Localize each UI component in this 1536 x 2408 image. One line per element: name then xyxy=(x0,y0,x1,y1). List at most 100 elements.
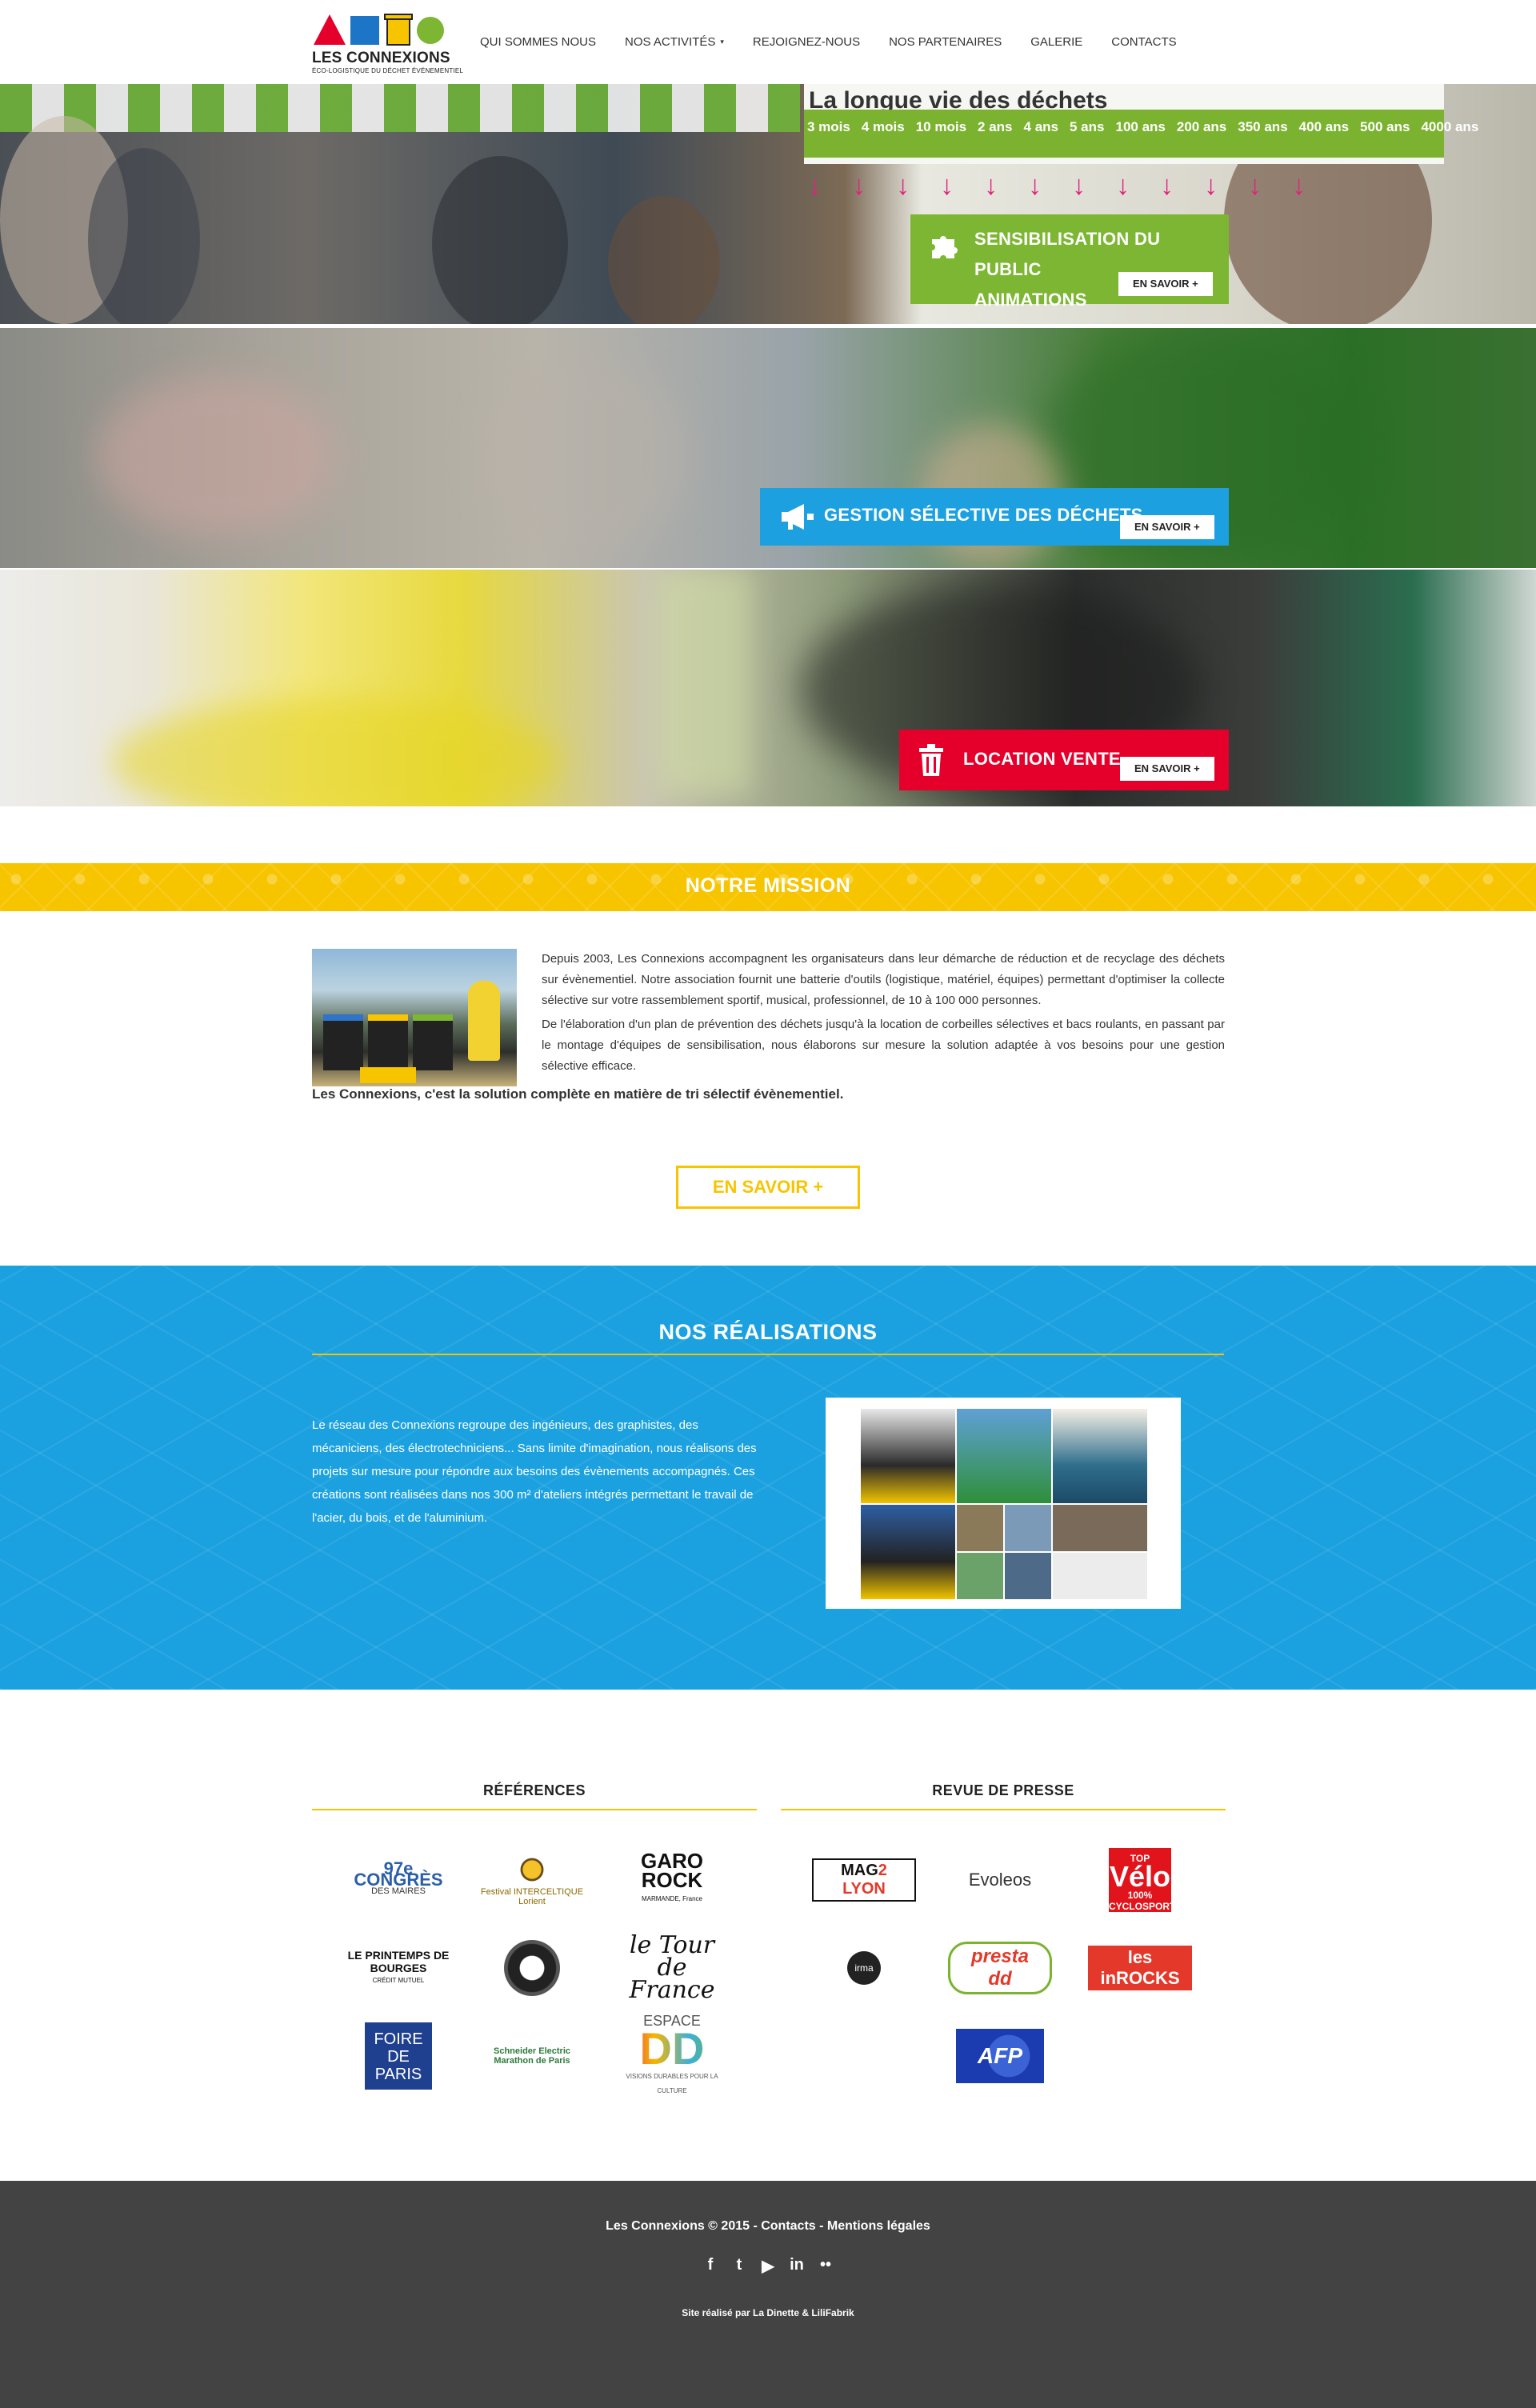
logo-foire-de-paris[interactable]: FOIRE DE PARIS xyxy=(346,2020,450,2092)
logo-inrocks[interactable]: les inROCKS xyxy=(1088,1932,1192,2004)
references-heading: RÉFÉRENCES xyxy=(482,1782,586,1798)
menu-item-qui-sommes-nous[interactable]: QUI SOMMES NOUS xyxy=(480,35,596,49)
sun-icon xyxy=(516,1854,548,1886)
logo-espace-dd[interactable]: ESPACE DD VISIONS DURABLES POUR LA CULTURE xyxy=(620,2014,724,2098)
logo-evoleos-text: Evoleos xyxy=(968,1870,1032,1890)
collage-photo xyxy=(1005,1505,1051,1551)
logo-text-sub: 100% CYCLOSPORTIF xyxy=(1109,1890,1185,1912)
menu-item-nos-activites[interactable]: NOS ACTIVITÉS ▾ xyxy=(625,35,724,49)
timeline-label: 100 ans xyxy=(1115,119,1166,134)
youtube-icon[interactable]: ▶ xyxy=(759,2256,777,2276)
logo-irma-text: irma xyxy=(847,1951,881,1985)
logo-presta-text: presta dd xyxy=(948,1942,1052,1994)
logo-irma[interactable]: irma xyxy=(812,1932,916,2004)
hero-band-sensibilisation: La longue vie des déchets 3 mois 4 mois … xyxy=(0,84,1536,324)
timeline-label: 10 mois xyxy=(915,119,967,134)
mission-text: Depuis 2003, Les Connexions accompagnent… xyxy=(542,949,1225,1080)
menu-item-nos-partenaires[interactable]: NOS PARTENAIRES xyxy=(889,35,1002,49)
logo-presta-dd[interactable]: presta dd xyxy=(948,1932,1052,2004)
round-badge-icon xyxy=(504,1940,560,1996)
en-savoir-plus-button[interactable]: EN SAVOIR + xyxy=(1118,272,1213,296)
arrow-down-icon: ↓ xyxy=(1072,170,1086,201)
logo-afp-text: AFP xyxy=(956,2029,1044,2083)
collage-photo xyxy=(1053,1553,1147,1599)
timeline-label: 3 mois xyxy=(807,119,850,134)
arrow-down-icon: ↓ xyxy=(808,170,822,201)
realisations-collage-image[interactable] xyxy=(826,1398,1181,1609)
logo-text-main: 97e CONGRÈS xyxy=(354,1858,443,1890)
arrow-down-icon: ↓ xyxy=(1248,170,1262,201)
timeline-labels: 3 mois 4 mois 10 mois 2 ans 4 ans 5 ans … xyxy=(807,119,1478,135)
collage-photo xyxy=(957,1505,1003,1551)
bin-image xyxy=(368,1014,408,1070)
en-savoir-plus-button[interactable]: EN SAVOIR + xyxy=(1120,515,1214,539)
megaphone-icon xyxy=(780,499,815,534)
cta-gestion[interactable]: GESTION SÉLECTIVE DES DÉCHETS EN SAVOIR … xyxy=(760,488,1229,546)
collage-photo xyxy=(1005,1553,1051,1599)
crowd-person-image xyxy=(608,196,720,324)
facebook-icon[interactable]: f xyxy=(702,2256,719,2276)
logo-garo-text: GARO ROCK MARMANDE, France xyxy=(620,1849,724,1909)
footer-copyright-links[interactable]: Les Connexions © 2015 - Contacts - Menti… xyxy=(0,2219,1536,2234)
logo-text-main: GARO ROCK xyxy=(641,1849,703,1892)
blurred-crowd-image xyxy=(96,376,336,536)
cta-title: GESTION SÉLECTIVE DES DÉCHETS xyxy=(824,505,1143,525)
site-logo[interactable]: LES CONNEXIONS ÉCO-LOGISTIQUE DU DÉCHET … xyxy=(312,10,463,77)
timeline-label: 350 ans xyxy=(1238,119,1288,134)
logo-espace-text: ESPACE DD VISIONS DURABLES POUR LA CULTURE xyxy=(620,2014,724,2098)
logo-round-badge[interactable] xyxy=(480,1932,584,2004)
timeline-label: 5 ans xyxy=(1070,119,1105,134)
logo-festival-interceltique[interactable]: Festival INTERCELTIQUE Lorient xyxy=(480,1844,584,1916)
en-savoir-plus-button[interactable]: EN SAVOIR + xyxy=(1120,757,1214,781)
puzzle-icon xyxy=(928,227,963,262)
hero-band-location xyxy=(0,570,1536,806)
realisations-text: Le réseau des Connexions regroupe des in… xyxy=(312,1418,757,1525)
footer-credit[interactable]: Site réalisé par La Dinette & LiliFabrik xyxy=(0,2307,1536,2318)
mission-paragraph: Depuis 2003, Les Connexions accompagnent… xyxy=(542,952,1225,1007)
cta-location[interactable]: LOCATION VENTE EN SAVOIR + xyxy=(899,730,1229,790)
menu-item-contacts[interactable]: CONTACTS xyxy=(1111,35,1176,49)
logo-inrocks-text: les inROCKS xyxy=(1088,1946,1192,1990)
logo-text-dd: DD xyxy=(620,2026,724,2071)
arrow-down-icon: ↓ xyxy=(1160,170,1174,201)
mission-en-savoir-plus-button[interactable]: EN SAVOIR + xyxy=(676,1166,860,1209)
timeline-label: 500 ans xyxy=(1360,119,1410,134)
logo-mag2-text: MAG2 LYON xyxy=(812,1858,916,1902)
blurred-crowd-image xyxy=(480,360,688,552)
photo-sign xyxy=(360,1067,416,1083)
menu-item-rejoignez-nous[interactable]: REJOIGNEZ-NOUS xyxy=(753,35,860,49)
logo-schneider-marathon[interactable]: Schneider Electric Marathon de Paris xyxy=(480,2020,584,2092)
cta-sensibilisation[interactable]: SENSIBILISATION DU PUBLIC ANIMATIONS EN … xyxy=(910,214,1229,310)
logo-afp[interactable]: AFP xyxy=(948,2020,1052,2092)
blurred-bin-image xyxy=(112,698,560,806)
collage-photo xyxy=(957,1409,1051,1503)
references-divider xyxy=(312,1809,757,1810)
flickr-icon[interactable]: •• xyxy=(817,2256,834,2276)
logo-printemps-text: LE PRINTEMPS DE BOURGES CRÉDIT MUTUEL xyxy=(346,1949,450,1987)
logo-garo-rock[interactable]: GARO ROCK MARMANDE, France xyxy=(620,1844,724,1916)
logo-mag2-lyon[interactable]: MAG2 LYON xyxy=(812,1844,916,1916)
presse-divider xyxy=(781,1809,1226,1810)
logo-evoleos[interactable]: Evoleos xyxy=(948,1844,1052,1916)
trash-icon xyxy=(914,742,949,778)
logo-brand-text: LES CONNEXIONS xyxy=(312,50,450,66)
tent-awning-image xyxy=(0,84,800,132)
collage-photo xyxy=(861,1409,955,1503)
logo-printemps-bourges[interactable]: LE PRINTEMPS DE BOURGES CRÉDIT MUTUEL xyxy=(346,1932,450,2004)
menu-item-galerie[interactable]: GALERIE xyxy=(1030,35,1082,49)
logo-festival-text: Festival INTERCELTIQUE Lorient xyxy=(480,1854,584,1906)
arrow-down-icon: ↓ xyxy=(852,170,866,201)
logo-tagline: ÉCO-LOGISTIQUE DU DÉCHET ÉVÉNEMENTIEL xyxy=(312,67,464,74)
linkedin-icon[interactable]: in xyxy=(788,2256,806,2276)
logo-congres-maires[interactable]: 97e CONGRÈS DES MAIRES xyxy=(346,1844,450,1916)
collage-photo xyxy=(1053,1409,1147,1503)
timeline-label: 4 ans xyxy=(1023,119,1058,134)
logo-tour-de-france[interactable]: le Tour de France xyxy=(620,1932,724,2004)
volunteer-image xyxy=(468,981,500,1061)
logo-text-main: MAG xyxy=(841,1862,878,1879)
bin-image xyxy=(413,1014,453,1070)
twitter-icon[interactable]: t xyxy=(730,2256,748,2276)
logo-top-velo[interactable]: TOP Vélo 100% CYCLOSPORTIF xyxy=(1088,1844,1192,1916)
arrow-down-icon: ↓ xyxy=(984,170,998,201)
cta-title: LOCATION VENTE xyxy=(963,749,1121,769)
